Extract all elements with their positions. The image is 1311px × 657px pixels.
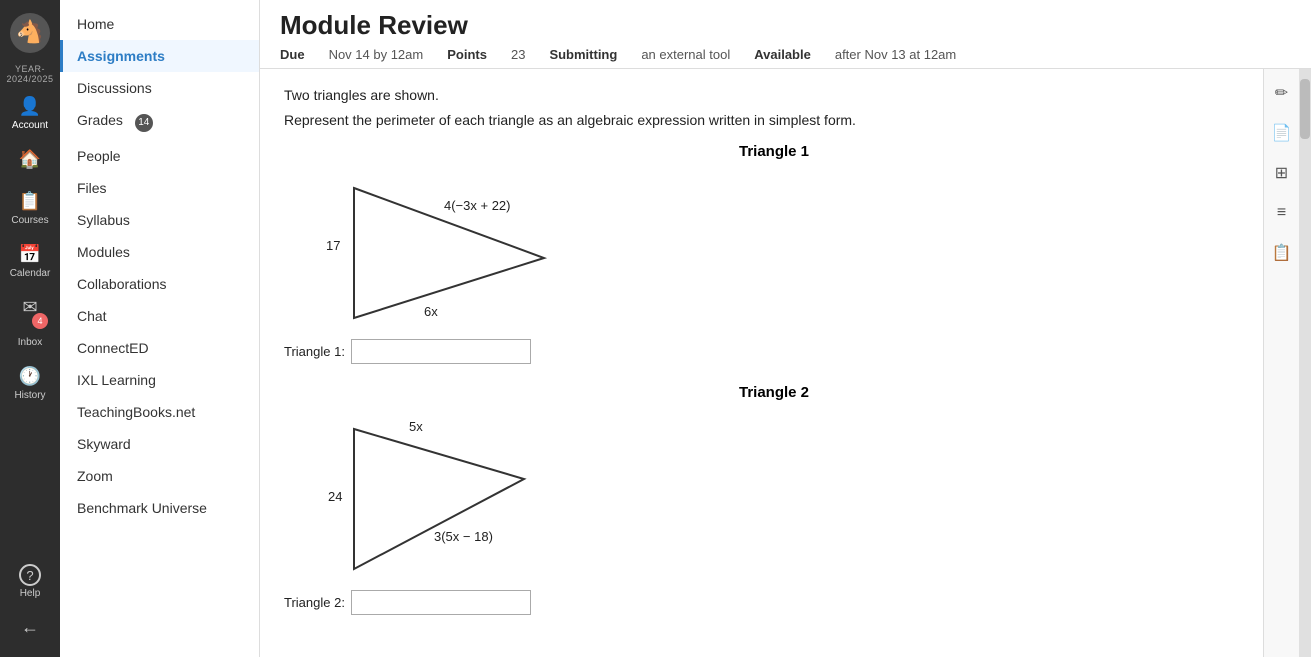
scrollbar[interactable] [1299, 69, 1311, 657]
available-value: after Nov 13 at 12am [835, 47, 956, 62]
due-label: Due [280, 47, 305, 62]
triangle1-answer-label: Triangle 1: [284, 344, 345, 359]
points-value: 23 [511, 47, 525, 62]
triangle2-section: Triangle 2 5x 24 3(5x − 18) Triangle 2: [284, 384, 1184, 615]
help-icon: ? [19, 564, 41, 586]
points-label: Points [447, 47, 487, 62]
triangle2-side1-label: 5x [409, 419, 423, 434]
grades-badge: 14 [135, 114, 153, 132]
nav-item-grades[interactable]: Grades 14 [60, 104, 259, 140]
tool-doc-button[interactable]: 📄 [1268, 119, 1296, 147]
question-panel: Two triangles are shown. Represent the p… [284, 85, 1184, 641]
tool-clipboard-button[interactable]: 📋 [1268, 239, 1296, 267]
nav-item-chat[interactable]: Chat [60, 300, 259, 332]
tool-lines-button[interactable]: ≡ [1268, 199, 1296, 227]
triangle2-side3-label: 3(5x − 18) [434, 529, 493, 544]
submitting-value: an external tool [641, 47, 730, 62]
nav-item-home[interactable]: Home [60, 8, 259, 40]
nav-item-skyward[interactable]: Skyward [60, 428, 259, 460]
courses-icon: 📋 [18, 189, 42, 213]
triangle2-answer-row: Triangle 2: [284, 590, 1184, 615]
available-label: Available [754, 47, 811, 62]
page-header: Module Review Due Nov 14 by 12am Points … [260, 0, 1311, 69]
nav-item-assignments[interactable]: Assignments [60, 40, 259, 72]
triangle2-answer-input[interactable] [351, 590, 531, 615]
collapse-icon: ← [18, 615, 42, 639]
year-label: YEAR-2024/2025 [0, 62, 60, 86]
content-area: Two triangles are shown. Represent the p… [260, 69, 1263, 657]
svg-text:🐴: 🐴 [16, 19, 43, 44]
right-tools-panel: ✏ 📄 ⊞ ≡ 📋 [1263, 69, 1299, 657]
meta-row: Due Nov 14 by 12am Points 23 Submitting … [280, 47, 1291, 62]
submitting-label: Submitting [549, 47, 617, 62]
question-text: Two triangles are shown. Represent the p… [284, 85, 1184, 131]
triangle1-answer-input[interactable] [351, 339, 531, 364]
inbox-badge: 4 [32, 313, 48, 329]
sidebar-icon-courses[interactable]: 📋 Courses [0, 181, 60, 234]
sidebar-icon-history[interactable]: 🕐 History [0, 356, 60, 409]
sidebar-icon-collapse[interactable]: ← [0, 607, 60, 649]
icon-sidebar: 🐴 YEAR-2024/2025 👤 Account 🏠 📋 Courses 📅… [0, 0, 60, 657]
triangle1-side3-label: 6x [424, 304, 438, 319]
nav-item-discussions[interactable]: Discussions [60, 72, 259, 104]
sidebar-icon-inbox[interactable]: ✉ 4 Inbox [0, 287, 60, 356]
page-title: Module Review [280, 10, 1291, 41]
triangle2-side2-label: 24 [328, 489, 342, 504]
nav-item-people[interactable]: People [60, 140, 259, 172]
triangle1-side2-label: 4(−3x + 22) [444, 198, 511, 213]
nav-item-teachingbooks[interactable]: TeachingBooks.net [60, 396, 259, 428]
main-content: Module Review Due Nov 14 by 12am Points … [260, 0, 1311, 657]
scrollbar-thumb [1300, 79, 1310, 139]
triangle1-side1-label: 17 [326, 238, 340, 253]
triangle1-title: Triangle 1 [364, 143, 1184, 160]
tool-pencil-button[interactable]: ✏ [1268, 79, 1296, 107]
due-value: Nov 14 by 12am [329, 47, 424, 62]
nav-item-benchmark[interactable]: Benchmark Universe [60, 492, 259, 524]
app-logo: 🐴 [5, 8, 55, 58]
nav-sidebar: Home Assignments Discussions Grades 14 P… [60, 0, 260, 657]
sidebar-icon-dashboard[interactable]: 🏠 [0, 139, 60, 181]
sidebar-icon-calendar[interactable]: 📅 Calendar [0, 234, 60, 287]
sidebar-icon-account[interactable]: 👤 Account [0, 86, 60, 139]
sidebar-icon-help[interactable]: ? Help [0, 556, 60, 607]
nav-item-ixl[interactable]: IXL Learning [60, 364, 259, 396]
triangle1-section: Triangle 1 17 4(−3x + 22) 6x Triangle [284, 143, 1184, 364]
tool-grid-button[interactable]: ⊞ [1268, 159, 1296, 187]
triangle2-answer-label: Triangle 2: [284, 595, 345, 610]
triangle1-answer-row: Triangle 1: [284, 339, 1184, 364]
nav-item-connected[interactable]: ConnectED [60, 332, 259, 364]
account-icon: 👤 [18, 94, 42, 118]
nav-item-files[interactable]: Files [60, 172, 259, 204]
nav-item-collaborations[interactable]: Collaborations [60, 268, 259, 300]
history-icon: 🕐 [18, 364, 42, 388]
calendar-icon: 📅 [18, 242, 42, 266]
nav-item-syllabus[interactable]: Syllabus [60, 204, 259, 236]
triangle2-title: Triangle 2 [364, 384, 1184, 401]
nav-item-modules[interactable]: Modules [60, 236, 259, 268]
dashboard-icon: 🏠 [18, 147, 42, 171]
nav-item-zoom[interactable]: Zoom [60, 460, 259, 492]
